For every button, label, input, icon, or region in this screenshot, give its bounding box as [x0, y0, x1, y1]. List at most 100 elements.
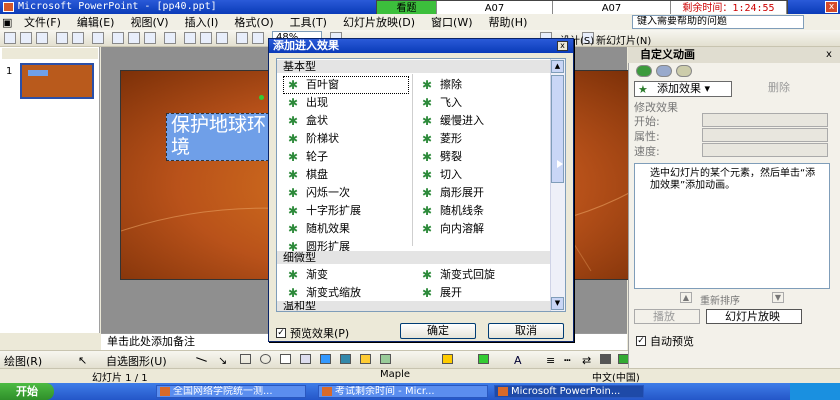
slides-outline-tabs[interactable] — [2, 48, 98, 59]
effect-plus[interactable]: ✱ 十字形扩展 — [284, 203, 361, 219]
select-pointer-icon[interactable]: ↖ — [78, 354, 89, 367]
cancel-button[interactable]: 取消 — [488, 323, 564, 339]
preview-effect-checkbox[interactable]: ✓ 预览效果(P) — [276, 325, 349, 341]
reorder-down-icon[interactable]: ▼ — [772, 292, 784, 303]
dash-style-icon[interactable]: ┅ — [564, 354, 575, 367]
vertical-textbox-icon[interactable] — [300, 354, 311, 364]
powerpoint-app-icon[interactable] — [3, 2, 14, 12]
arrow-icon[interactable]: ↘ — [218, 354, 229, 367]
new-slide-button[interactable]: 新幻灯片(N) — [596, 32, 651, 47]
paste-icon[interactable] — [144, 32, 156, 44]
remove-button[interactable]: 删除 — [750, 81, 802, 97]
diagram-icon[interactable] — [340, 354, 351, 364]
effect-expand[interactable]: ✱ 展开 — [418, 285, 462, 301]
doc-icon[interactable]: ▣ — [0, 16, 16, 29]
taskbar-task-2[interactable]: 考试剩余时间 - Micr... — [318, 385, 488, 398]
star-icon: ✱ — [288, 204, 299, 218]
fill-color-icon[interactable] — [442, 354, 453, 364]
new-icon[interactable] — [4, 32, 16, 44]
effect-fade[interactable]: ✱ 渐变 — [284, 267, 328, 283]
effect-box[interactable]: ✱ 盒状 — [284, 113, 328, 129]
dialog-close-button[interactable]: x — [557, 41, 568, 51]
grid-icon[interactable] — [252, 32, 264, 44]
font-color-draw-icon[interactable]: A — [514, 354, 525, 367]
menu-format[interactable]: 格式(O) — [226, 14, 281, 30]
draw-menu-button[interactable]: 绘图(R) — [4, 353, 42, 369]
picture-icon[interactable] — [236, 32, 248, 44]
clipart-icon[interactable] — [360, 354, 371, 364]
spellcheck-icon[interactable] — [92, 32, 104, 44]
preview-icon[interactable] — [72, 32, 84, 44]
menu-insert[interactable]: 插入(I) — [177, 14, 227, 30]
window-close-button[interactable]: x — [825, 1, 838, 13]
wordart-icon[interactable] — [320, 354, 331, 364]
reorder-up-icon[interactable]: ▲ — [680, 292, 692, 303]
save-icon[interactable] — [36, 32, 48, 44]
menu-tools[interactable]: 工具(T) — [282, 14, 335, 30]
start-button[interactable]: 开始 — [0, 383, 54, 400]
scroll-down-icon[interactable]: ▼ — [551, 297, 564, 310]
menu-window[interactable]: 窗口(W) — [423, 14, 480, 30]
effect-flash-once[interactable]: ✱ 闪烁一次 — [284, 185, 350, 201]
taskbar-task-3[interactable]: Microsoft PowerPoin... — [494, 385, 644, 398]
menu-file[interactable]: 文件(F) — [16, 14, 69, 30]
menu-slideshow[interactable]: 幻灯片放映(D) — [335, 14, 423, 30]
back-icon[interactable] — [636, 65, 652, 77]
forward-icon[interactable] — [656, 65, 672, 77]
task-pane-close-icon[interactable]: x — [826, 49, 832, 60]
slide-show-button[interactable]: 幻灯片放映 — [706, 309, 802, 324]
property-select[interactable] — [702, 128, 828, 142]
rectangle-icon[interactable] — [240, 354, 251, 364]
system-tray[interactable] — [790, 383, 840, 400]
shadow-icon[interactable] — [600, 354, 611, 364]
effect-fly-in[interactable]: ✱ 飞入 — [418, 95, 462, 111]
start-select[interactable] — [702, 113, 828, 127]
effect-dissolve-in[interactable]: ✱ 向内溶解 — [418, 221, 484, 237]
effect-random[interactable]: ✱ 随机效果 — [284, 221, 350, 237]
menu-edit[interactable]: 编辑(E) — [69, 14, 123, 30]
effect-faded-swivel[interactable]: ✱ 渐变式回旋 — [418, 267, 495, 283]
scroll-up-icon[interactable]: ▲ — [551, 60, 564, 73]
taskbar-task-1[interactable]: 全国网络学院统一测... — [156, 385, 306, 398]
effect-wheel[interactable]: ✱ 轮子 — [284, 149, 328, 165]
effect-faded-zoom[interactable]: ✱ 渐变式缩放 — [284, 285, 361, 301]
oval-icon[interactable] — [260, 354, 271, 364]
speed-select[interactable] — [702, 143, 828, 157]
ok-button[interactable]: 确定 — [400, 323, 476, 339]
effect-checkerboard[interactable]: ✱ 棋盘 — [284, 167, 328, 183]
effect-stairs[interactable]: ✱ 阶梯状 — [284, 131, 339, 147]
arrow-style-icon[interactable]: ⇄ — [582, 354, 593, 367]
auto-preview-checkbox[interactable]: ✓ 自动预览 — [636, 333, 694, 349]
line-color-icon[interactable] — [478, 354, 489, 364]
effect-appear[interactable]: ✱ 出现 — [284, 95, 328, 111]
home-icon[interactable] — [676, 65, 692, 77]
effect-wipe[interactable]: ✱ 擦除 — [418, 77, 462, 93]
effect-blinds[interactable]: ✱ 百叶窗 — [283, 76, 409, 94]
effect-crawl-in[interactable]: ✱ 缓慢进入 — [418, 113, 484, 129]
textbox-draw-icon[interactable] — [280, 354, 291, 364]
copy-icon[interactable] — [128, 32, 140, 44]
effect-wedge[interactable]: ✱ 扇形展开 — [418, 185, 484, 201]
autoshapes-button[interactable]: 自选图形(U) — [106, 353, 167, 369]
menu-help[interactable]: 帮助(H) — [481, 14, 536, 30]
undo-icon[interactable] — [164, 32, 176, 44]
menu-view[interactable]: 视图(V) — [122, 14, 176, 30]
slide-thumbnail[interactable] — [20, 63, 94, 99]
open-icon[interactable] — [20, 32, 32, 44]
effect-peek-in[interactable]: ✱ 切入 — [418, 167, 462, 183]
help-search-input[interactable]: 键入需要帮助的问题 — [632, 15, 804, 29]
effect-diamond[interactable]: ✱ 菱形 — [418, 131, 462, 147]
effect-random-bars[interactable]: ✱ 随机线条 — [418, 203, 484, 219]
slide-title-textbox[interactable]: 保护地球环境 — [166, 113, 274, 161]
effect-split[interactable]: ✱ 劈裂 — [418, 149, 462, 165]
table-icon[interactable] — [200, 32, 212, 44]
line-style-icon[interactable]: ≡ — [546, 354, 557, 367]
print-icon[interactable] — [56, 32, 68, 44]
chart-icon[interactable] — [184, 32, 196, 44]
add-effect-button[interactable]: 添加效果 ▾ — [634, 81, 732, 97]
textbox-icon[interactable] — [216, 32, 228, 44]
insert-picture-icon[interactable] — [380, 354, 391, 364]
rotate-handle[interactable] — [259, 95, 264, 100]
play-button[interactable]: 播放 — [634, 309, 700, 324]
cut-icon[interactable] — [112, 32, 124, 44]
